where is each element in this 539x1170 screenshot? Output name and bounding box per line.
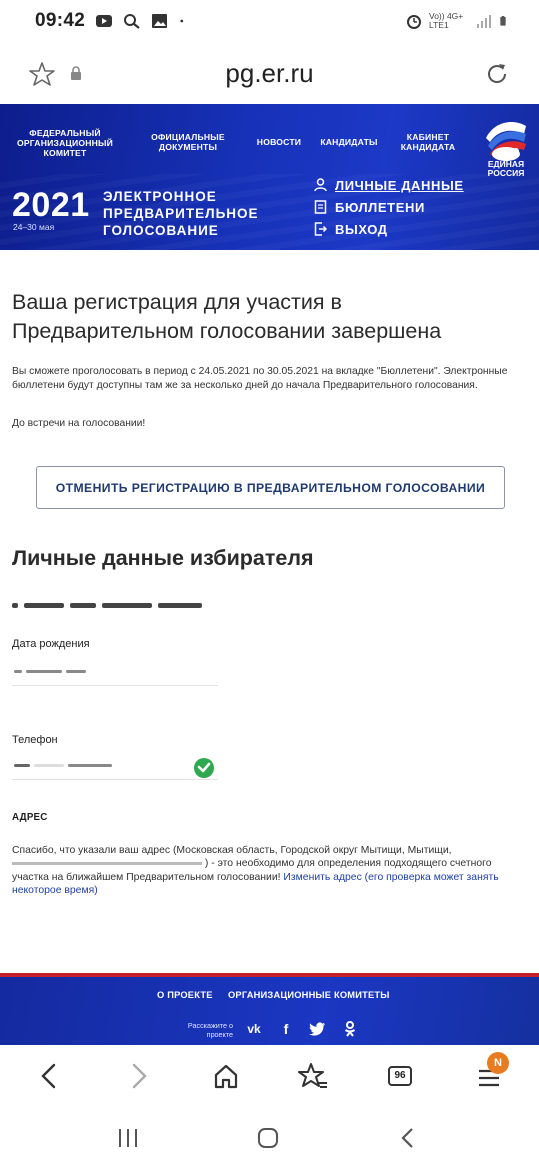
menu-logout[interactable]: ВЫХОД [314, 218, 464, 240]
system-navigation-bar [0, 1107, 539, 1170]
home-icon[interactable] [212, 1061, 240, 1091]
event-title-line: ГОЛОСОВАНИЕ [103, 223, 219, 238]
nav-official-documents[interactable]: ОФИЦИАЛЬНЫЕ ДОКУМЕНТЫ [142, 132, 234, 152]
status-time: 09:42 [35, 10, 86, 31]
phone-label: Телефон [12, 734, 58, 746]
phone-field[interactable] [12, 760, 218, 780]
document-icon [314, 200, 327, 214]
event-dates: 24–30 мая [13, 222, 55, 232]
dot-icon [180, 19, 184, 23]
cancel-registration-button[interactable]: ОТМЕНИТЬ РЕГИСТРАЦИЮ В ПРЕДВАРИТЕЛЬНОМ Г… [36, 466, 505, 509]
registration-title: Ваша регистрация для участия в Предварит… [12, 290, 442, 343]
odnoklassniki-icon[interactable] [341, 1020, 359, 1038]
nav-federal-committee[interactable]: ФЕДЕРАЛЬНЫЙ ОРГАНИЗАЦИОННЫЙ КОМИТЕТ [14, 128, 116, 158]
event-title-line: ЭЛЕКТРОННОЕ [103, 189, 217, 204]
menu-personal-data[interactable]: ЛИЧНЫЕ ДАННЫЕ [314, 174, 464, 196]
footer-committees-link[interactable]: ОРГАНИЗАЦИОННЫЕ КОМИТЕТЫ [228, 990, 390, 1000]
phone-redacted [14, 764, 116, 768]
system-back-icon[interactable] [398, 1127, 418, 1149]
address-redacted [12, 862, 202, 866]
user-icon [314, 178, 327, 192]
gallery-icon [152, 14, 168, 28]
address-heading: АДРЕС [12, 812, 48, 823]
menu-ballots[interactable]: БЮЛЛЕТЕНИ [314, 196, 464, 218]
search-icon [124, 14, 140, 29]
recent-apps-icon[interactable] [116, 1127, 140, 1149]
menu-ballots-label: БЮЛЛЕТЕНИ [335, 199, 425, 215]
registration-greeting: До встречи на голосовании! [12, 418, 146, 429]
bookmarks-star-icon[interactable] [298, 1061, 328, 1091]
address-text-part: Спасибо, что указали ваш адрес (Московск… [12, 845, 452, 856]
birth-date-label: Дата рождения [12, 638, 90, 650]
menu-notification-badge: N [487, 1052, 509, 1074]
back-icon[interactable] [36, 1061, 62, 1091]
youtube-icon [96, 15, 113, 27]
social-links: vk f [245, 1020, 359, 1038]
personal-data-title: Личные данные избирателя [12, 546, 314, 570]
vk-icon[interactable]: vk [245, 1020, 263, 1038]
birth-date-redacted [14, 670, 90, 674]
menu-personal-data-label: ЛИЧНЫЕ ДАННЫЕ [335, 177, 464, 193]
tabs-count-button[interactable]: 96 [388, 1066, 412, 1086]
network-label: Vo)) 4G+ LTE1 [429, 11, 464, 30]
nav-candidate-cabinet[interactable]: КАБИНЕТ КАНДИДАТА [394, 132, 462, 152]
battery-icon [500, 16, 506, 26]
signal-icon [477, 15, 491, 28]
event-title: ЭЛЕКТРОННОЕ ПРЕДВАРИТЕЛЬНОЕ ГОЛОСОВАНИЕ [103, 188, 259, 239]
site-footer: О ПРОЕКТЕ ОРГАНИЗАЦИОННЫЕ КОМИТЕТЫ Расск… [0, 977, 539, 1045]
address-text: Спасибо, что указали ваш адрес (Московск… [12, 844, 520, 898]
share-label: Расскажите о проекте [187, 1021, 233, 1039]
footer-about-link[interactable]: О ПРОЕКТЕ [157, 990, 213, 1000]
browser-toolbar [0, 1045, 539, 1107]
user-menu: ЛИЧНЫЕ ДАННЫЕ БЮЛЛЕТЕНИ ВЫХОД [314, 174, 464, 240]
status-system-icons: Vo)) 4G+ LTE1 [405, 12, 511, 30]
forward-icon[interactable] [126, 1061, 152, 1091]
logout-icon [314, 222, 327, 236]
logo-text: ЕДИНАЯ РОССИЯ [487, 159, 525, 178]
birth-date-field[interactable] [12, 666, 218, 686]
registration-info: Вы сможете проголосовать в период с 24.0… [12, 366, 508, 391]
home-button-icon[interactable] [256, 1127, 280, 1149]
site-header: ФЕДЕРАЛЬНЫЙ ОРГАНИЗАЦИОННЫЙ КОМИТЕТ ОФИЦ… [0, 104, 539, 250]
nav-news[interactable]: НОВОСТИ [254, 137, 304, 147]
event-year: 2021 [12, 186, 90, 224]
verified-check-icon [194, 758, 214, 778]
event-title-line: ПРЕДВАРИТЕЛЬНОЕ [103, 206, 259, 221]
menu-logout-label: ВЫХОД [335, 221, 388, 237]
url-text[interactable]: pg.er.ru [0, 58, 539, 89]
status-notification-icons [95, 13, 189, 29]
reload-icon[interactable] [483, 60, 511, 88]
facebook-icon[interactable]: f [277, 1020, 295, 1038]
nav-candidates[interactable]: КАНДИДАТЫ [316, 137, 382, 147]
browser-url-bar[interactable]: pg.er.ru [0, 42, 539, 104]
twitter-icon[interactable] [309, 1020, 327, 1038]
status-bar: 09:42 Vo)) 4G+ LTE1 [0, 0, 539, 42]
alarm-icon [407, 15, 421, 29]
voter-name-redacted [12, 600, 252, 610]
